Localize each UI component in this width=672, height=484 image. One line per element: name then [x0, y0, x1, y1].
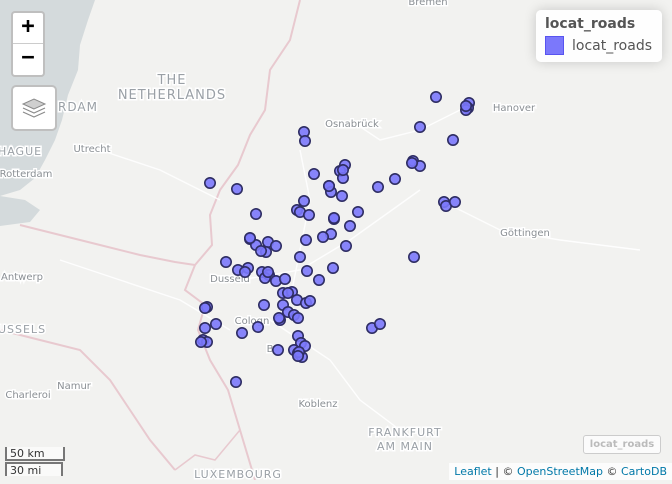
map-marker[interactable] — [195, 335, 208, 348]
map-marker[interactable] — [303, 294, 316, 307]
map-marker[interactable] — [413, 121, 426, 134]
map-marker[interactable] — [300, 264, 313, 277]
map-label-utrecht: Utrecht — [73, 144, 110, 155]
map-marker[interactable] — [231, 183, 244, 196]
map-label-brussels: USSELS — [0, 323, 46, 336]
map-marker[interactable] — [326, 261, 339, 274]
map-marker[interactable] — [339, 240, 352, 253]
map-label-namur: Namur — [57, 381, 92, 392]
map-label-charleroi: Charleroi — [5, 390, 50, 401]
attribution-sep1: | © — [491, 465, 517, 478]
map-canvas[interactable]: Bremen THE NETHERLANDS RDAM Hanover Osnabrück… — [0, 0, 672, 483]
map-marker[interactable] — [316, 231, 329, 244]
map-label-cologne: Cologn — [235, 316, 270, 327]
map-label-luxembourg: LUXEMBOURG — [194, 468, 282, 480]
map-marker[interactable] — [322, 180, 335, 193]
map-marker[interactable] — [291, 311, 304, 324]
map-marker[interactable] — [299, 234, 312, 247]
map-marker[interactable] — [297, 195, 310, 208]
map-marker[interactable] — [272, 311, 285, 324]
carto-link[interactable]: CartoDB — [621, 465, 667, 478]
zoom-control: + − — [11, 11, 45, 77]
scale-bar: 50 km 30 mi — [5, 447, 65, 477]
map-marker[interactable] — [459, 100, 472, 113]
map-marker[interactable] — [407, 251, 420, 264]
map-marker[interactable] — [278, 272, 291, 285]
layers-icon — [21, 98, 47, 118]
map-marker[interactable] — [335, 190, 348, 203]
map-marker[interactable] — [281, 286, 294, 299]
map-marker[interactable] — [252, 320, 265, 333]
map-marker[interactable] — [343, 220, 356, 233]
map-marker[interactable] — [327, 212, 340, 225]
map-marker[interactable] — [312, 273, 325, 286]
map-marker[interactable] — [429, 91, 442, 104]
legend-title: locat_roads — [545, 16, 636, 32]
scale-km: 50 km — [5, 447, 65, 461]
border-nl-be — [19, 224, 196, 266]
roads-layer — [59, 104, 641, 431]
legend: locat_roads locat_roads — [536, 10, 662, 62]
map-marker[interactable] — [448, 196, 461, 209]
map-marker[interactable] — [371, 181, 384, 194]
map-label-frankfurt2: AM MAIN — [377, 440, 433, 453]
map-marker[interactable] — [210, 317, 223, 330]
map-label-netherlands1: THE — [157, 73, 187, 88]
legend-swatch — [545, 36, 564, 55]
map-label-bremen: Bremen — [408, 0, 447, 8]
border-de-nl — [183, 0, 301, 481]
map-marker[interactable] — [199, 301, 212, 314]
map-marker[interactable] — [250, 208, 263, 221]
border-lux — [174, 429, 241, 471]
zoom-in-button[interactable]: + — [13, 13, 43, 43]
map-marker[interactable] — [351, 206, 364, 219]
map-marker[interactable] — [307, 168, 320, 181]
scale-mi: 30 mi — [5, 462, 63, 477]
osm-link[interactable]: OpenStreetMap — [517, 465, 603, 478]
map-label-gottingen: Göttingen — [500, 228, 550, 239]
map-marker[interactable] — [255, 245, 268, 258]
legend-item: locat_roads — [545, 36, 652, 55]
map-label-hanover: Hanover — [493, 103, 536, 114]
map-marker[interactable] — [220, 255, 233, 268]
map-marker[interactable] — [204, 177, 217, 190]
map-marker[interactable] — [269, 240, 282, 253]
map-marker[interactable] — [336, 164, 349, 177]
layers-control-button[interactable] — [11, 85, 57, 131]
map-label-osnabruck: Osnabrück — [325, 119, 379, 130]
map-marker[interactable] — [291, 349, 304, 362]
map-marker[interactable] — [257, 298, 270, 311]
attribution-sep2: © — [602, 465, 621, 478]
sea-inlet — [0, 196, 40, 226]
map-label-amsterdam: RDAM — [58, 100, 98, 114]
map-marker[interactable] — [373, 317, 386, 330]
map-marker[interactable] — [261, 265, 274, 278]
marker-layer[interactable] — [195, 91, 475, 388]
map-label-koblenz: Koblenz — [298, 399, 337, 410]
legend-item-label: locat_roads — [572, 37, 652, 54]
map-marker[interactable] — [244, 232, 257, 245]
map-label-frankfurt1: FRANKFURT — [368, 426, 441, 439]
zoom-out-button[interactable]: − — [13, 43, 43, 74]
map-marker[interactable] — [293, 251, 306, 264]
map-label-antwerp: Antwerp — [1, 272, 43, 283]
map-marker[interactable] — [405, 157, 418, 170]
map-marker[interactable] — [236, 326, 249, 339]
map-marker[interactable] — [199, 321, 212, 334]
map-marker[interactable] — [446, 134, 459, 147]
map-marker[interactable] — [271, 343, 284, 356]
leaflet-link[interactable]: Leaflet — [454, 465, 491, 478]
map-marker[interactable] — [230, 375, 243, 388]
map-label-netherlands2: NETHERLANDS — [118, 88, 226, 103]
map-marker[interactable] — [388, 173, 401, 186]
map-label-hague: HAGUE — [0, 145, 42, 158]
attribution: Leaflet | © OpenStreetMap © CartoDB — [449, 463, 672, 480]
map-label-rotterdam: Rotterdam — [0, 169, 52, 180]
layer-tag: locat_roads — [583, 435, 661, 454]
map-marker[interactable] — [239, 265, 252, 278]
map-marker[interactable] — [302, 209, 315, 222]
map-marker[interactable] — [298, 135, 311, 148]
